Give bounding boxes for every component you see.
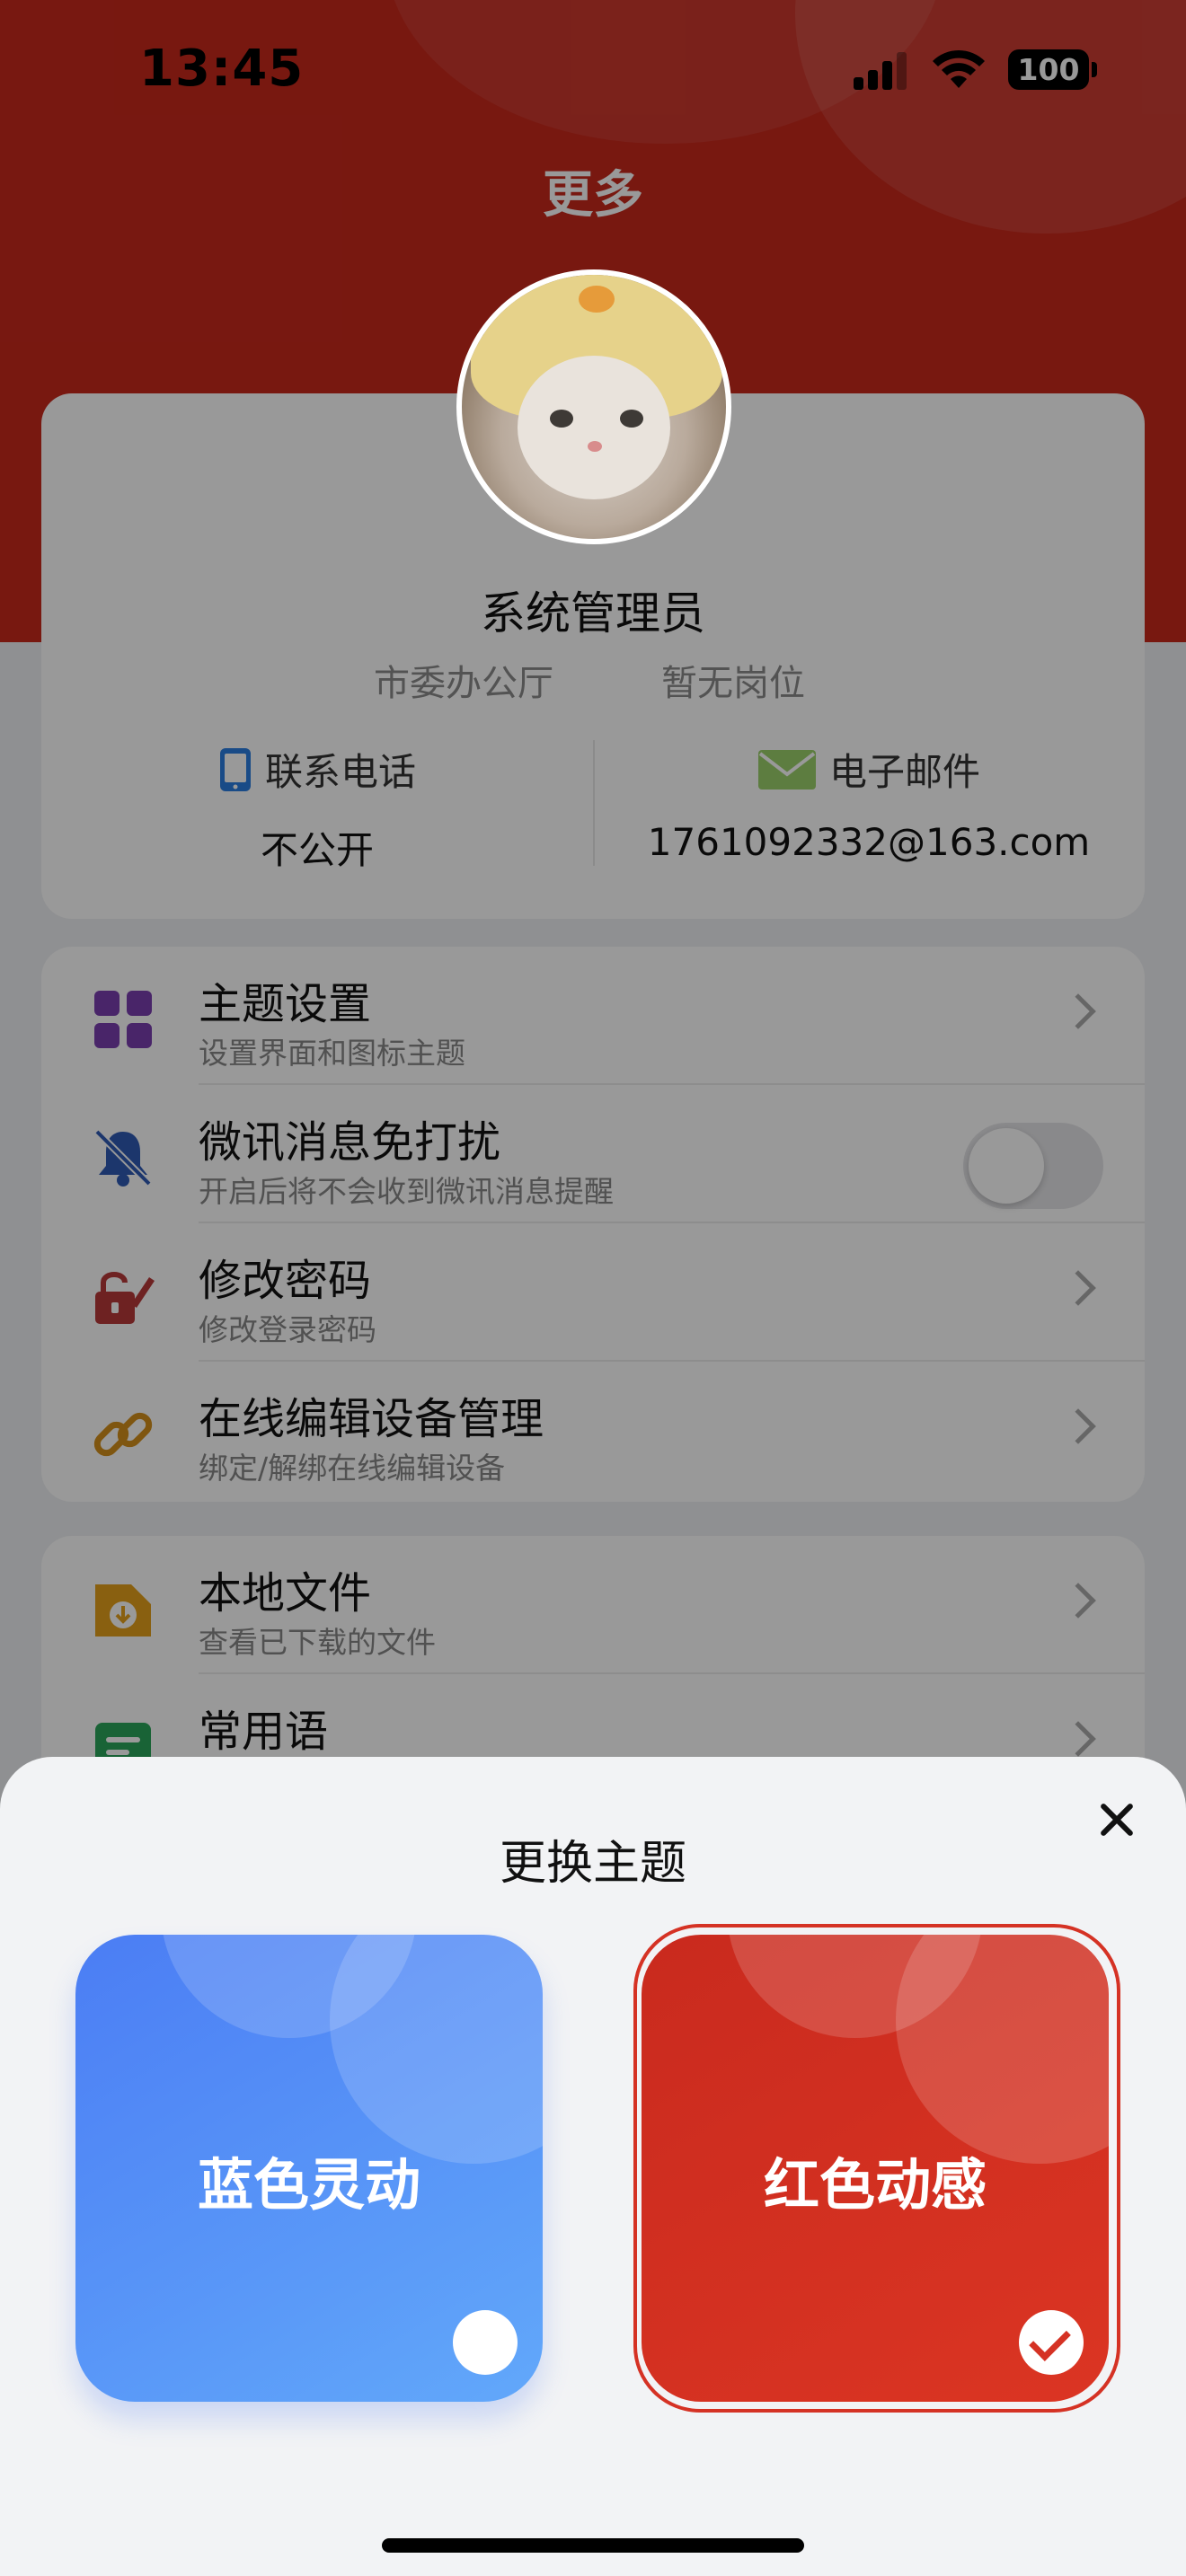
avatar[interactable] <box>456 269 731 544</box>
close-icon[interactable] <box>1089 1793 1143 1847</box>
radio-unchecked-icon[interactable] <box>453 2310 518 2375</box>
theme-option-red[interactable]: 红色动感 <box>642 1935 1109 2402</box>
theme-option-label: 蓝色灵动 <box>197 2152 420 2218</box>
theme-option-blue[interactable]: 蓝色灵动 <box>75 1935 543 2402</box>
sheet-title: 更换主题 <box>499 1837 686 1891</box>
home-indicator <box>382 2538 804 2553</box>
check-icon[interactable] <box>1019 2310 1084 2375</box>
theme-option-label: 红色动感 <box>763 2152 987 2218</box>
theme-sheet: 更换主题 蓝色灵动 红色动感 <box>0 1757 1186 2576</box>
